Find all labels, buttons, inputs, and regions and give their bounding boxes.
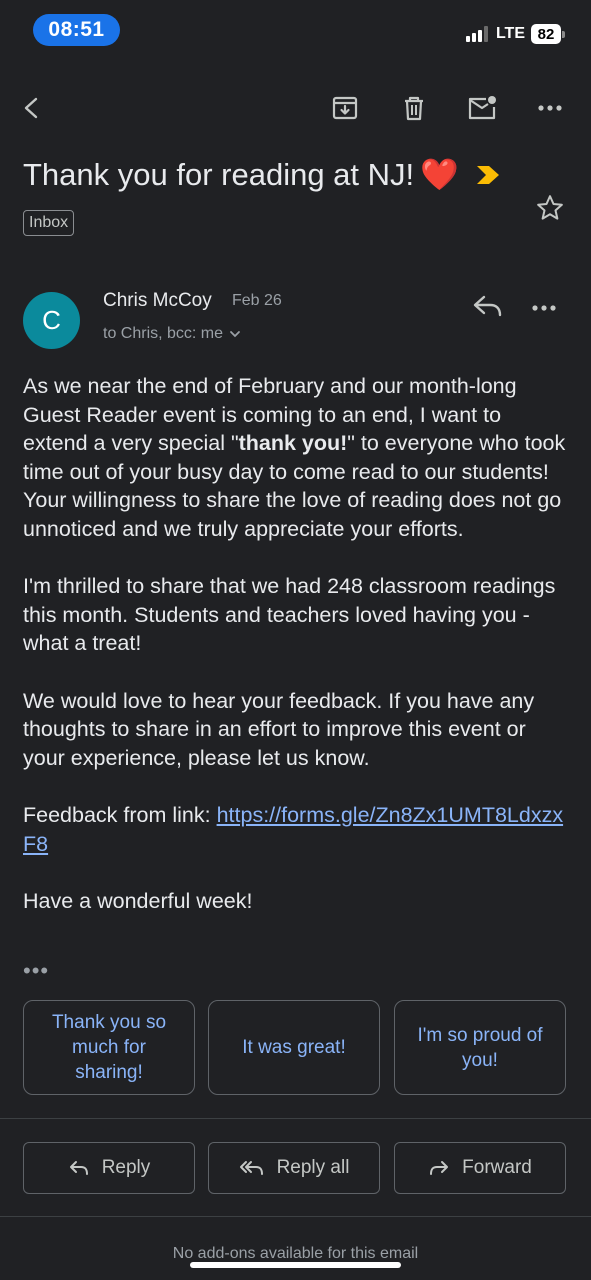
importance-icon [477, 166, 499, 184]
reply-all-button[interactable]: Reply all [208, 1142, 380, 1194]
recipients-text: to Chris, bcc: me [103, 325, 224, 342]
status-time: 08:51 [33, 14, 120, 46]
status-bar: 08:51 LTE 82 [0, 0, 591, 60]
smart-reply-2[interactable]: It was great! [208, 1000, 380, 1095]
reply-all-label: Reply all [276, 1157, 350, 1178]
sender-name[interactable]: Chris McCoy [103, 290, 212, 312]
body-paragraph: Feedback from link: https://forms.gle/Zn… [23, 802, 564, 856]
more-icon [538, 105, 562, 111]
inbox-label[interactable]: Inbox [23, 210, 75, 236]
star-button[interactable] [535, 193, 565, 228]
email-toolbar [0, 80, 591, 136]
reply-icon [69, 1161, 88, 1175]
forward-icon [430, 1161, 449, 1175]
quick-reply-button[interactable] [470, 292, 504, 325]
sender-avatar[interactable]: C [23, 292, 80, 349]
email-body: As we near the end of February and our m… [23, 372, 568, 944]
delete-button[interactable] [394, 88, 434, 128]
body-paragraph: We would love to hear your feedback. If … [23, 688, 535, 770]
body-paragraph: As we near the end of February and our m… [23, 374, 566, 541]
body-paragraph: Have a wonderful week! [23, 888, 253, 913]
mail-unread-icon [468, 96, 496, 120]
reply-all-icon [239, 1161, 263, 1175]
network-type: LTE [495, 25, 525, 42]
email-screen: 08:51 LTE 82 Thank you for reading at NJ… [0, 0, 591, 1280]
star-icon [537, 195, 563, 220]
smart-reply-1[interactable]: Thank you so much for sharing! [23, 1000, 195, 1095]
smart-reply-3[interactable]: I'm so proud of you! [394, 1000, 566, 1095]
sent-date: Feb 26 [232, 292, 282, 309]
divider [0, 1216, 591, 1217]
recipients-toggle[interactable]: to Chris, bcc: me [103, 325, 241, 343]
body-paragraph: I'm thrilled to share that we had 248 cl… [23, 574, 556, 656]
archive-icon [332, 96, 358, 120]
chevron-down-icon [230, 331, 240, 338]
reply-label: Reply [101, 1157, 151, 1178]
forward-button[interactable]: Forward [394, 1142, 566, 1194]
forward-label: Forward [462, 1157, 532, 1178]
signal-icon [465, 26, 488, 42]
divider [0, 1118, 591, 1119]
reply-button[interactable]: Reply [23, 1142, 195, 1194]
message-more-button[interactable] [532, 292, 556, 325]
importance-marker[interactable] [475, 164, 501, 191]
subject-text: Thank you for reading at NJ! [23, 157, 415, 192]
addons-notice: No add-ons available for this email [172, 1245, 419, 1262]
battery-level: 82 [531, 24, 561, 44]
home-indicator[interactable] [190, 1262, 401, 1268]
reply-icon [473, 295, 502, 317]
more-icon [532, 305, 556, 311]
show-trimmed-content[interactable]: ••• [23, 958, 49, 984]
email-subject: Thank you for reading at NJ! ❤️ [23, 156, 459, 193]
mark-unread-button[interactable] [462, 88, 502, 128]
heart-emoji: ❤️ [420, 157, 459, 192]
status-indicators: LTE 82 [465, 24, 565, 44]
back-button[interactable] [12, 88, 52, 128]
archive-button[interactable] [325, 88, 365, 128]
battery-icon: 82 [531, 24, 565, 44]
more-options-button[interactable] [530, 88, 570, 128]
trash-icon [405, 96, 423, 121]
back-icon [24, 97, 38, 119]
